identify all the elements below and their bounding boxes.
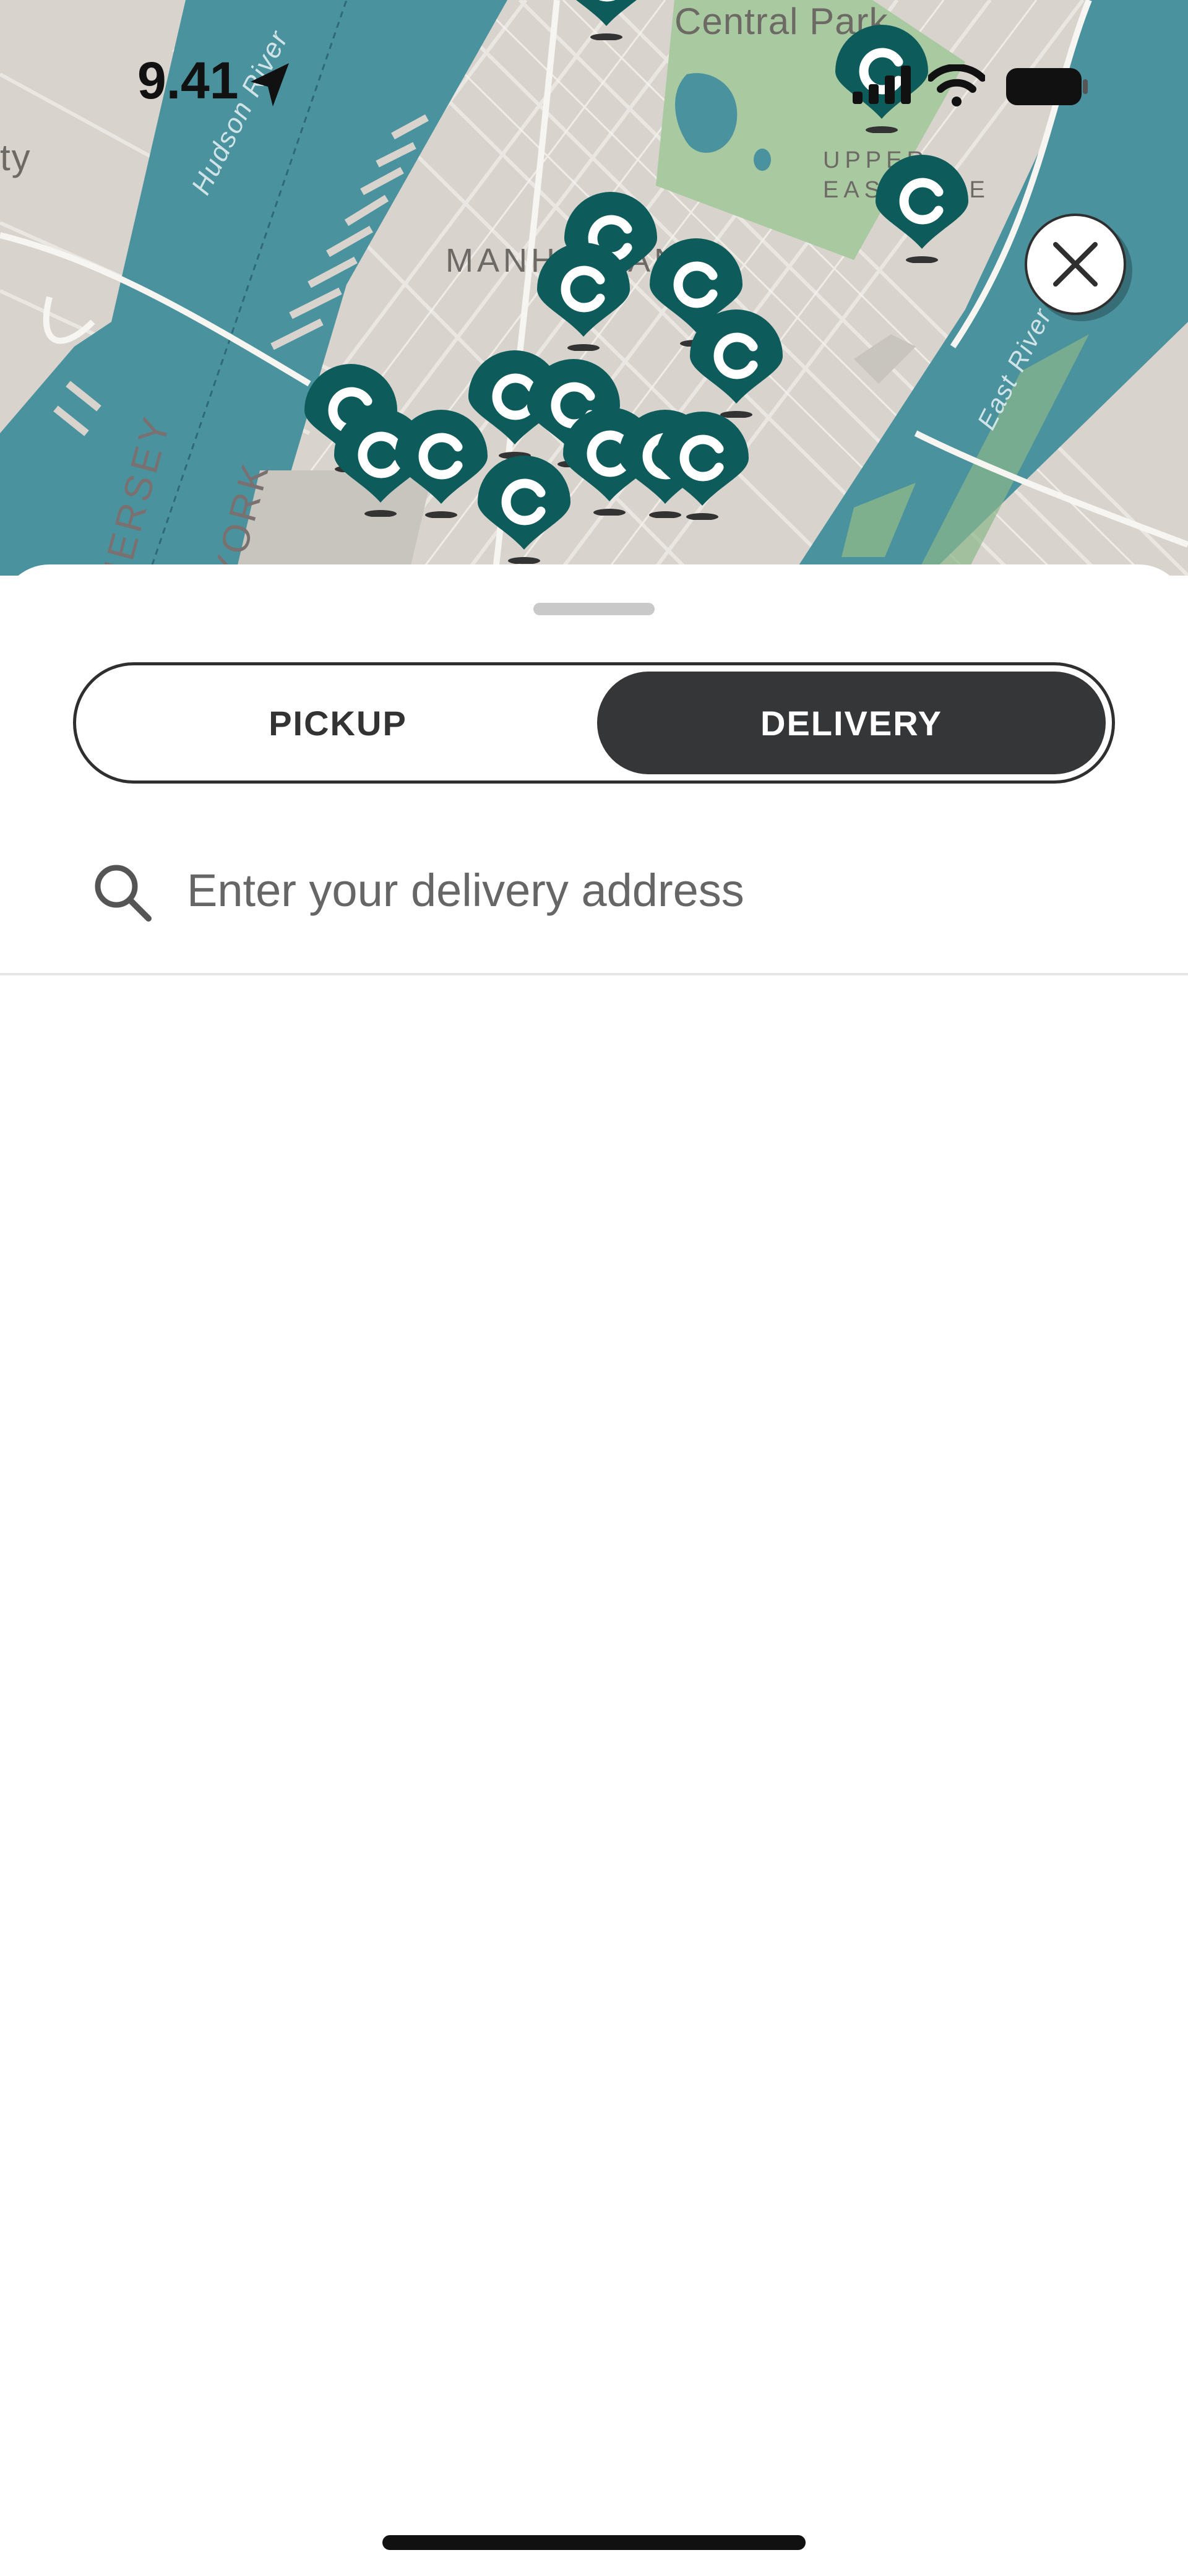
close-button[interactable] [1025,214,1126,315]
store-location-pin-icon[interactable] [656,412,749,520]
search-icon [95,865,152,922]
status-time: 9.41 [137,51,239,110]
store-location-pin-icon[interactable] [690,309,783,418]
battery-icon [1006,68,1088,105]
home-indicator[interactable] [382,2535,806,2550]
tab-pickup[interactable]: PICKUP [82,672,593,774]
cellular-signal-icon [853,66,911,104]
location-arrow-icon [251,63,289,106]
sheet-drag-handle[interactable] [533,603,655,615]
store-location-pin-icon[interactable] [478,456,570,564]
delivery-address-input[interactable] [186,855,1116,925]
tab-delivery[interactable]: DELIVERY [597,672,1106,774]
location-bottom-sheet: PICKUP DELIVERY [0,564,1188,2576]
wifi-icon [928,64,985,106]
map-label-city-partial: ty [0,137,32,178]
store-location-pin-icon[interactable] [537,243,630,351]
address-search-bar [0,812,1188,975]
store-location-pin-icon[interactable] [876,155,968,263]
status-bar: 9.41 [0,0,1188,106]
close-icon [1053,242,1098,287]
order-mode-toggle: PICKUP DELIVERY [73,662,1115,784]
